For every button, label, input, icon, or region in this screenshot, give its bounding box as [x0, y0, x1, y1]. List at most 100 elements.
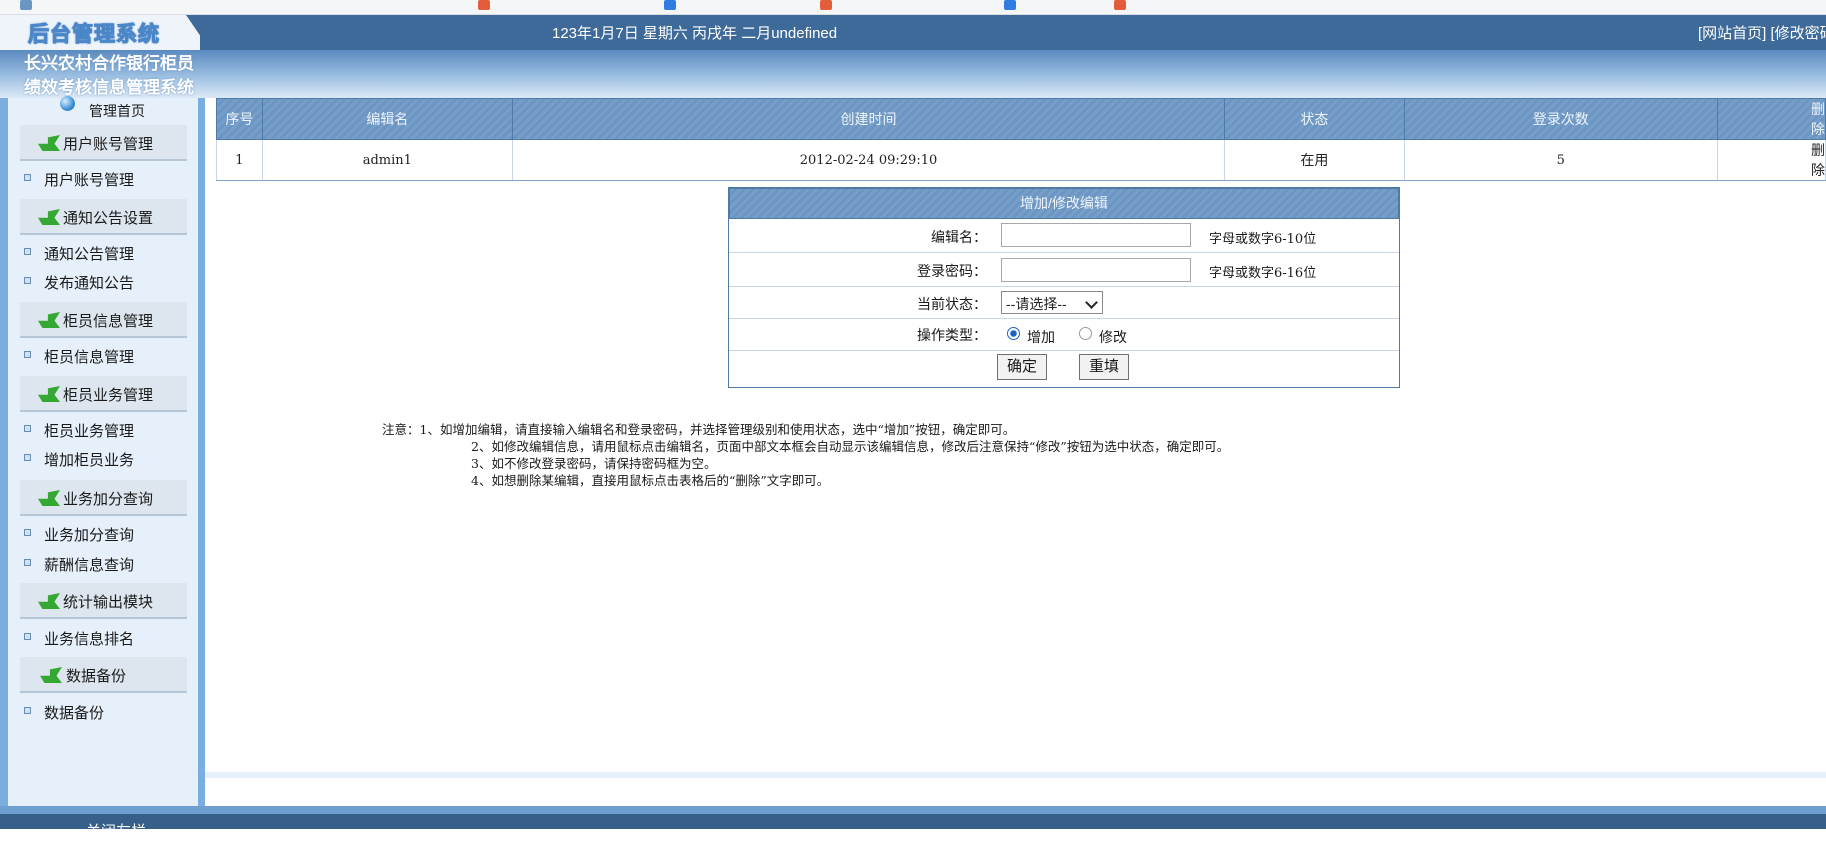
col-header-logins: 登录次数: [1403, 98, 1718, 140]
bank-title-line: 长兴农村合作银行柜员: [24, 54, 194, 73]
banner-band: [0, 50, 1826, 98]
cell-status: 在用: [1224, 139, 1405, 181]
globe-icon: [60, 96, 75, 111]
name-label: 编辑名：: [931, 229, 987, 245]
bullet-icon: [24, 707, 31, 714]
sidebar-section-notices[interactable]: 通知公告设置: [20, 199, 187, 235]
bullet-icon: [24, 425, 31, 432]
chevron-down-icon: [1085, 296, 1098, 309]
editor-name-input[interactable]: [1001, 223, 1191, 247]
bullet-icon: [24, 351, 31, 358]
sidebar-item-label: 业务信息排名: [44, 631, 135, 648]
password-hint: 字母或数字6-16位: [1209, 266, 1317, 281]
sidebar-item-label: 业务加分查询: [44, 527, 135, 544]
table-row: 1 admin1 2012-02-24 09:29:10 在用 5 删除: [216, 139, 1826, 181]
bookmark-icon[interactable]: [478, 0, 490, 10]
bullet-icon: [24, 174, 31, 181]
change-password-link[interactable]: [修改密码: [1771, 25, 1826, 42]
delete-link[interactable]: 删除: [1716, 139, 1826, 181]
sidebar-section-label: 柜员信息管理: [63, 313, 154, 330]
bullet-icon: [24, 248, 31, 255]
name-hint: 字母或数字6-10位: [1209, 232, 1317, 247]
col-header-name: 编辑名: [261, 98, 513, 140]
note-line: 注意：1、如增加编辑，请直接输入编辑名和登录密码，并选择管理级别和使用状态，选中…: [382, 422, 1016, 437]
editor-form: 增加/修改编辑 编辑名： 字母或数字6-10位 登录密码： 字母或数字6-16位…: [728, 187, 1400, 388]
sidebar-item-label: 薪酬信息查询: [44, 557, 135, 574]
green-arrow-icon: [38, 593, 60, 609]
bank-title: 长兴农村合作银行柜员 绩效考核信息管理系统: [24, 52, 194, 100]
sidebar-item-label: 增加柜员业务: [44, 452, 135, 469]
system-logo: 后台管理系统: [28, 21, 160, 47]
site-home-link[interactable]: [网站首页]: [1698, 25, 1766, 42]
status-label: 当前状态：: [917, 296, 987, 312]
cell-login-count: 5: [1403, 139, 1718, 181]
sidebar-section-backup[interactable]: 数据备份: [20, 657, 187, 693]
reset-button[interactable]: 重填: [1079, 354, 1129, 380]
bookmark-icon[interactable]: [664, 0, 676, 10]
cell-editor-name[interactable]: admin1: [261, 139, 513, 181]
sidebar-item-label: 发布通知公告: [44, 275, 135, 292]
green-arrow-icon: [38, 135, 60, 151]
cell-created-time: 2012-02-24 09:29:10: [511, 139, 1226, 181]
footer-band: [0, 806, 1826, 814]
confirm-button[interactable]: 确定: [997, 354, 1047, 380]
status-select[interactable]: --请选择--: [1001, 291, 1103, 314]
bullet-icon: [24, 633, 31, 640]
col-header-delete: 删除: [1716, 98, 1826, 140]
status-select-value: --请选择--: [1006, 296, 1067, 312]
header-date: 123年1月7日 星期六 丙戌年 二月undefined: [552, 25, 838, 42]
password-label: 登录密码：: [917, 263, 987, 279]
operation-edit-label[interactable]: 修改: [1099, 327, 1127, 347]
note-line: 3、如不修改登录密码，请保持密码框为空。: [471, 456, 717, 471]
bank-title-line: 绩效考核信息管理系统: [24, 78, 194, 97]
sidebar-section-label: 用户账号管理: [63, 136, 154, 153]
col-header-created: 创建时间: [511, 98, 1226, 140]
bullet-icon: [24, 559, 31, 566]
sidebar-section-teller-business[interactable]: 柜员业务管理: [20, 376, 187, 412]
bookmark-icon[interactable]: [820, 0, 832, 10]
table-header-row: 序号 编辑名 创建时间 状态 登录次数 删除: [216, 98, 1826, 140]
sidebar-section-label: 柜员业务管理: [63, 387, 154, 404]
bookmark-icon[interactable]: [1114, 0, 1126, 10]
green-arrow-icon: [38, 209, 60, 225]
form-row-status: 当前状态： --请选择--: [729, 287, 1399, 319]
close-left-panel-link[interactable]: 关闭左栏: [86, 820, 146, 841]
note-line: 2、如修改编辑信息，请用鼠标点击编辑名，页面中部文本框会自动显示该编辑信息，修改…: [471, 439, 1230, 454]
sidebar-item-label: 数据备份: [44, 705, 105, 722]
green-arrow-icon: [40, 667, 62, 683]
editor-table: 序号 编辑名 创建时间 状态 登录次数 删除 1 admin1 2012-02-…: [216, 98, 1826, 181]
operation-add-label[interactable]: 增加: [1027, 327, 1055, 347]
sidebar-item-label: 通知公告管理: [44, 246, 135, 263]
sidebar-home-link[interactable]: 管理首页: [89, 101, 145, 121]
form-title: 增加/修改编辑: [729, 188, 1399, 219]
note-line: 4、如想删除某编辑，直接用鼠标点击表格后的“删除”文字即可。: [471, 473, 830, 488]
sidebar-section-statistics[interactable]: 统计输出模块: [20, 583, 187, 619]
bullet-icon: [24, 277, 31, 284]
sidebar-item-label: 柜员业务管理: [44, 423, 135, 440]
green-arrow-icon: [38, 312, 60, 328]
sidebar-item-label: 柜员信息管理: [44, 349, 135, 366]
bullet-icon: [24, 529, 31, 536]
bookmark-icon[interactable]: [1004, 0, 1016, 10]
operation-edit-radio[interactable]: [1079, 327, 1092, 340]
operation-label: 操作类型：: [917, 327, 987, 343]
sidebar-section-user-accounts[interactable]: 用户账号管理: [20, 125, 187, 161]
form-row-name: 编辑名： 字母或数字6-10位: [729, 219, 1399, 253]
sidebar-section-label: 通知公告设置: [63, 210, 154, 227]
col-header-status: 状态: [1224, 98, 1405, 140]
green-arrow-icon: [38, 386, 60, 402]
sidebar-section-bonus-query[interactable]: 业务加分查询: [20, 480, 187, 516]
bullet-icon: [24, 454, 31, 461]
sidebar-section-teller-info[interactable]: 柜员信息管理: [20, 302, 187, 338]
sidebar-item-label: 用户账号管理: [44, 172, 135, 189]
usage-notes: 注意：1、如增加编辑，请直接输入编辑名和登录密码，并选择管理级别和使用状态，选中…: [382, 421, 1229, 489]
bookmark-icon[interactable]: [20, 0, 32, 10]
green-arrow-icon: [38, 490, 60, 506]
sidebar-section-label: 业务加分查询: [63, 491, 154, 508]
col-header-index: 序号: [216, 98, 263, 140]
browser-bookmark-strip: [0, 0, 1826, 15]
operation-add-radio[interactable]: [1007, 327, 1020, 340]
password-input[interactable]: [1001, 258, 1191, 282]
content-bottom-rule: [205, 772, 1826, 778]
top-header-bar: [0, 15, 1826, 50]
